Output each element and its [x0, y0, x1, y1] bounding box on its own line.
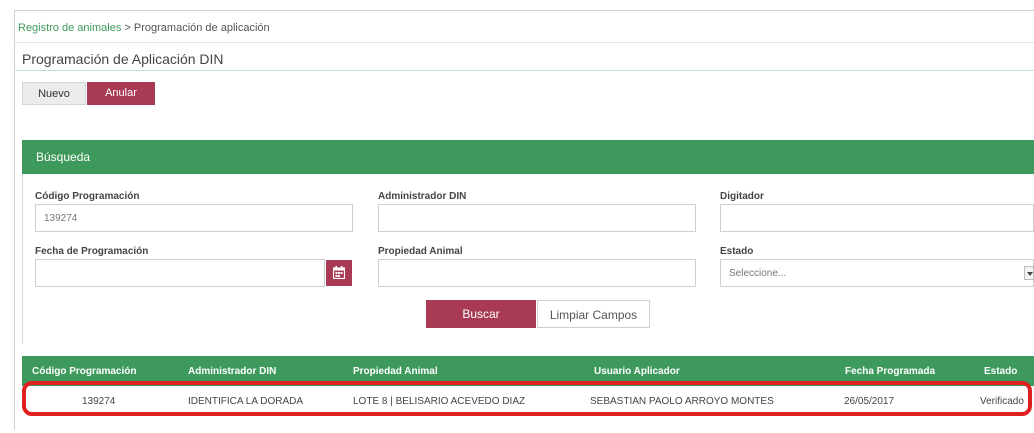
breadcrumb-current: Programación de aplicación [133, 22, 270, 34]
anular-button[interactable]: Anular [87, 82, 155, 105]
col-header-codigo[interactable]: Código Programación [32, 366, 136, 377]
codigo-label: Código Programación [35, 191, 140, 202]
breadcrumb: Registro de animales > Programación de a… [18, 22, 270, 34]
title-divider [14, 70, 1034, 71]
administrador-din-input[interactable] [378, 204, 696, 232]
col-header-usuario[interactable]: Usuario Aplicador [594, 366, 680, 377]
propiedad-label: Propiedad Animal [378, 246, 463, 257]
estado-label: Estado [720, 246, 754, 257]
search-panel-header: Búsqueda [22, 140, 1034, 174]
row-highlight-outline [22, 381, 1032, 416]
administrador-label: Administrador DIN [378, 191, 467, 202]
col-header-administrador[interactable]: Administrador DIN [188, 366, 276, 377]
buscar-button[interactable]: Buscar [426, 300, 536, 328]
limpiar-campos-button[interactable]: Limpiar Campos [537, 300, 650, 328]
codigo-programacion-input[interactable] [35, 204, 353, 232]
search-panel-title: Búsqueda [36, 150, 91, 164]
divider [14, 42, 1034, 43]
col-header-propiedad[interactable]: Propiedad Animal [353, 366, 438, 377]
digitador-input[interactable] [720, 204, 1034, 232]
nuevo-button[interactable]: Nuevo [22, 82, 86, 105]
breadcrumb-link-registro[interactable]: Registro de animales [18, 22, 121, 34]
digitador-label: Digitador [720, 191, 764, 202]
col-header-estado[interactable]: Estado [984, 366, 1017, 377]
calendar-button[interactable] [326, 260, 352, 286]
col-header-fecha[interactable]: Fecha Programada [845, 366, 935, 377]
chevron-down-icon[interactable] [1024, 266, 1034, 280]
page-title: Programación de Aplicación DIN [22, 51, 224, 67]
fecha-label: Fecha de Programación [35, 246, 149, 257]
propiedad-animal-input[interactable] [378, 259, 696, 287]
calendar-icon [333, 266, 345, 279]
estado-select[interactable]: Seleccione... [720, 259, 1034, 287]
fecha-programacion-input[interactable] [35, 259, 325, 287]
estado-selected-value: Seleccione... [729, 268, 787, 279]
breadcrumb-separator: > [121, 22, 134, 34]
